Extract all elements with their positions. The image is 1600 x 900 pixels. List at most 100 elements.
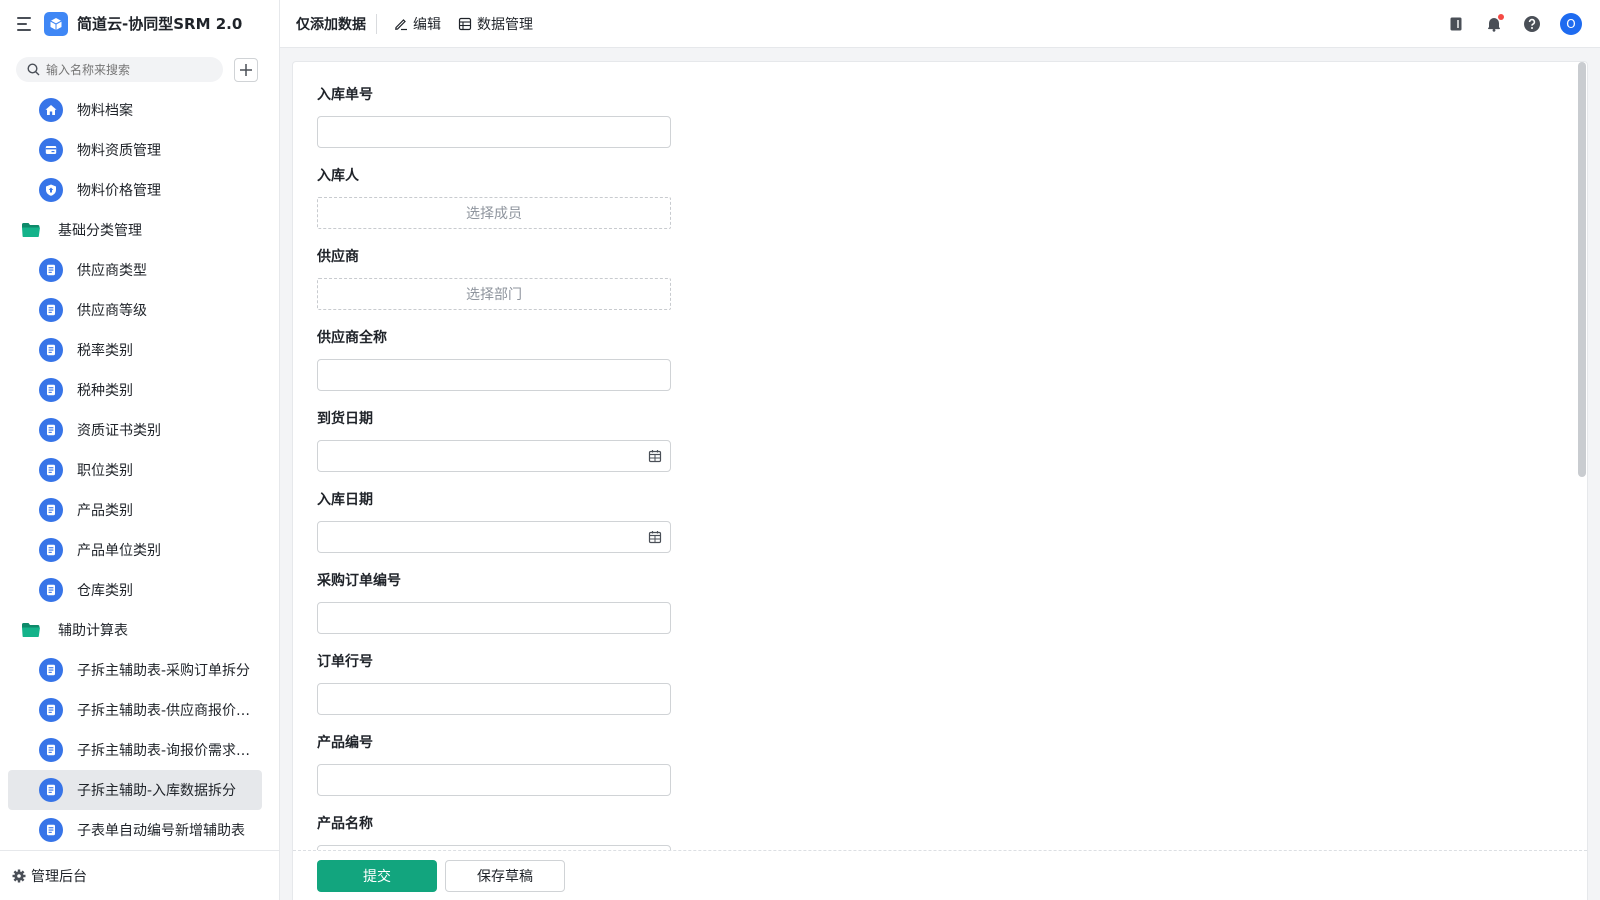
form-icon xyxy=(39,298,63,322)
text-input[interactable] xyxy=(317,116,671,148)
text-input[interactable] xyxy=(317,683,671,715)
sidebar-item[interactable]: 子拆主辅助表-询报价需求… xyxy=(8,730,262,770)
form-actions: 提交 保存草稿 xyxy=(293,850,1587,900)
notebook-icon[interactable] xyxy=(1446,14,1466,34)
sidebar-search[interactable] xyxy=(16,57,223,82)
form-icon xyxy=(39,338,63,362)
form-icon xyxy=(39,738,63,762)
data-manage-button[interactable]: 数据管理 xyxy=(458,14,533,34)
field-label: 采购订单编号 xyxy=(317,573,401,589)
calendar-icon[interactable] xyxy=(648,530,662,548)
field-label: 订单行号 xyxy=(317,654,373,670)
text-input[interactable] xyxy=(317,602,671,634)
form-field: 产品名称 xyxy=(317,814,671,851)
app-title: 简道云-协同型SRM 2.0 xyxy=(77,15,243,33)
help-icon[interactable] xyxy=(1522,14,1542,34)
sidebar-item-label: 产品类别 xyxy=(77,503,133,519)
save-draft-button[interactable]: 保存草稿 xyxy=(445,859,565,892)
member-picker[interactable]: 选择成员 xyxy=(317,197,671,229)
sidebar-item[interactable]: 产品类别 xyxy=(8,490,262,530)
admin-label: 管理后台 xyxy=(31,868,87,885)
sidebar-group[interactable]: 辅助计算表 xyxy=(8,610,262,650)
form-card: 入库单号 入库人 选择成员 供应商 选择部门 供应商全称 到货日期 入库日期 采购订单编号 订单行… xyxy=(292,61,1588,900)
text-input[interactable] xyxy=(317,359,671,391)
form-field: 入库单号 xyxy=(317,85,671,148)
sidebar-item[interactable]: 仓库类别 xyxy=(8,570,262,610)
sidebar-item-label: 税率类别 xyxy=(77,343,133,359)
add-button[interactable] xyxy=(234,57,258,82)
form-field: 采购订单编号 xyxy=(317,571,671,634)
sidebar-item-label: 供应商类型 xyxy=(77,263,147,279)
folder-icon xyxy=(21,222,41,238)
plus-icon xyxy=(240,63,252,76)
card-icon xyxy=(39,138,63,162)
form-icon xyxy=(39,778,63,802)
sidebar: 简道云-协同型SRM 2.0 物料档案物料资质管理物料价格管理基础分类管理供应商… xyxy=(0,0,280,900)
form-field: 到货日期 xyxy=(317,409,671,472)
menu-toggle-icon[interactable] xyxy=(17,16,33,31)
form-field: 订单行号 xyxy=(317,652,671,715)
sidebar-item-label: 仓库类别 xyxy=(77,583,133,599)
sidebar-item-label: 税种类别 xyxy=(77,383,133,399)
sidebar-item[interactable]: 物料档案 xyxy=(8,90,262,130)
date-input[interactable] xyxy=(317,521,671,553)
edit-button[interactable]: 编辑 xyxy=(394,14,441,34)
edit-label: 编辑 xyxy=(413,16,441,33)
text-input[interactable] xyxy=(317,764,671,796)
sidebar-item-label: 产品单位类别 xyxy=(77,543,161,559)
sidebar-item[interactable]: 产品单位类别 xyxy=(8,530,262,570)
sidebar-search-input[interactable] xyxy=(46,62,216,77)
submit-button[interactable]: 提交 xyxy=(317,859,437,892)
sidebar-group[interactable]: 基础分类管理 xyxy=(8,210,262,250)
calendar-icon[interactable] xyxy=(648,449,662,467)
sidebar-item-label: 子拆主辅助-入库数据拆分 xyxy=(77,783,237,799)
field-label: 供应商 xyxy=(317,249,359,265)
department-picker[interactable]: 选择部门 xyxy=(317,278,671,310)
sidebar-header: 简道云-协同型SRM 2.0 xyxy=(0,0,279,47)
sidebar-item[interactable]: 税种类别 xyxy=(8,370,262,410)
sidebar-item[interactable]: 供应商等级 xyxy=(8,290,262,330)
form-icon xyxy=(39,418,63,442)
sidebar-item-label: 物料价格管理 xyxy=(77,183,161,199)
page-title: 仅添加数据 xyxy=(296,16,366,33)
form-field: 入库日期 xyxy=(317,490,671,553)
sidebar-item-label: 子拆主辅助表-供应商报价… xyxy=(77,703,251,719)
gear-icon xyxy=(12,869,26,882)
admin-link[interactable]: 管理后台 xyxy=(0,850,279,900)
sidebar-item[interactable]: 税率类别 xyxy=(8,330,262,370)
form-icon xyxy=(39,818,63,842)
sidebar-item-label: 子拆主辅助表-采购订单拆分 xyxy=(77,663,251,679)
date-input[interactable] xyxy=(317,440,671,472)
form-field: 产品编号 xyxy=(317,733,671,796)
sidebar-item[interactable]: 子拆主辅助表-供应商报价… xyxy=(8,690,262,730)
field-label: 入库人 xyxy=(317,168,359,184)
home-icon xyxy=(39,98,63,122)
form-icon xyxy=(39,578,63,602)
sidebar-item[interactable]: 物料价格管理 xyxy=(8,170,262,210)
search-icon xyxy=(27,63,40,76)
sidebar-item-label: 供应商等级 xyxy=(77,303,147,319)
sidebar-item[interactable]: 供应商类型 xyxy=(8,250,262,290)
sidebar-item-label: 辅助计算表 xyxy=(58,623,128,639)
app-logo-icon xyxy=(44,11,68,36)
form-icon xyxy=(39,538,63,562)
sidebar-item[interactable]: 资质证书类别 xyxy=(8,410,262,450)
sidebar-item-label: 子表单自动编号新增辅助表 xyxy=(77,823,245,839)
field-label: 产品名称 xyxy=(317,816,373,832)
sidebar-item[interactable]: 子拆主辅助表-采购订单拆分 xyxy=(8,650,262,690)
data-manage-label: 数据管理 xyxy=(477,16,533,33)
form-icon xyxy=(39,658,63,682)
shield-up-icon xyxy=(39,178,63,202)
sidebar-item[interactable]: 物料资质管理 xyxy=(8,130,262,170)
notification-dot xyxy=(1498,14,1504,20)
scrollbar[interactable] xyxy=(1578,62,1586,477)
sidebar-item[interactable]: 子拆主辅助-入库数据拆分 xyxy=(8,770,262,810)
sidebar-item[interactable]: 职位类别 xyxy=(8,450,262,490)
bell-icon[interactable] xyxy=(1484,14,1504,34)
sidebar-item-label: 物料档案 xyxy=(77,103,133,119)
avatar[interactable]: O xyxy=(1560,13,1582,35)
form-field: 供应商 选择部门 xyxy=(317,247,671,310)
field-label: 入库日期 xyxy=(317,492,373,508)
divider xyxy=(376,13,377,34)
sidebar-item[interactable]: 子表单自动编号新增辅助表 xyxy=(8,810,262,850)
